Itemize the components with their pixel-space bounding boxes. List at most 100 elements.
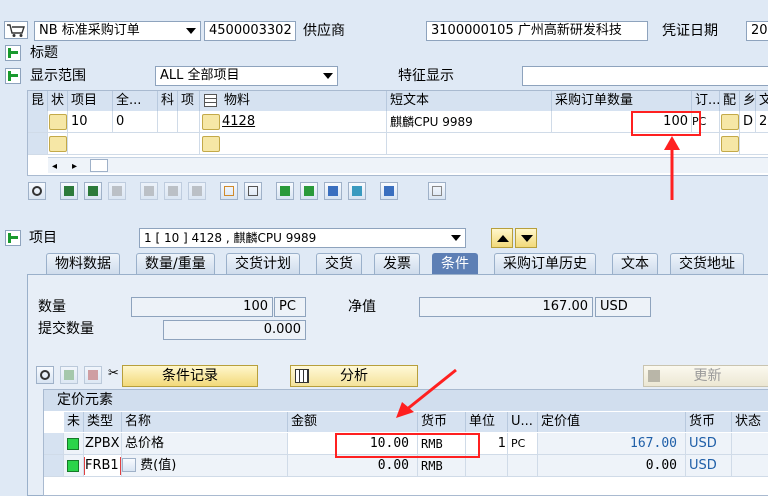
tab-invoice[interactable]: 发票: [374, 253, 420, 274]
empty-cell[interactable]: [740, 133, 768, 155]
list-button[interactable]: [428, 182, 446, 200]
col-header[interactable]: 定价值: [538, 412, 686, 432]
status-button[interactable]: [49, 114, 67, 130]
scroll-left-icon[interactable]: ◂: [52, 161, 57, 172]
add-button[interactable]: [60, 182, 78, 200]
cond-unit-cell[interactable]: [508, 455, 538, 477]
tab-conditions[interactable]: 条件: [432, 253, 478, 274]
cond-type-cell[interactable]: ZPBX: [84, 433, 122, 455]
refresh-button[interactable]: [348, 182, 366, 200]
cond-per-cell[interactable]: [466, 455, 508, 477]
col-header[interactable]: 短文本: [387, 91, 552, 111]
item-cell[interactable]: 10: [68, 111, 113, 133]
item-collapse-icon[interactable]: [5, 230, 21, 246]
col-header-material[interactable]: 物料: [200, 91, 387, 111]
sort-button[interactable]: [276, 182, 294, 200]
tab-delivery[interactable]: 交货: [316, 253, 362, 274]
delete-row-icon: [88, 370, 98, 380]
cond-name-cell[interactable]: 费(值): [122, 455, 288, 477]
lock-button[interactable]: [164, 182, 182, 200]
doc-date-field[interactable]: 20: [746, 21, 768, 41]
cond-add-button[interactable]: [60, 366, 78, 384]
row-selector[interactable]: [44, 433, 64, 455]
short-text-cell[interactable]: 麒麟CPU 9989: [387, 111, 552, 133]
material-button[interactable]: [202, 114, 220, 130]
cond-unit-cell[interactable]: PC: [508, 433, 538, 455]
delete-button[interactable]: [140, 182, 158, 200]
cond-record-button[interactable]: 条件记录: [122, 365, 258, 387]
tab-texts[interactable]: 文本: [612, 253, 658, 274]
col-header[interactable]: U...: [508, 412, 538, 432]
col-header[interactable]: 采购订单数量: [552, 91, 692, 111]
hand-button[interactable]: [380, 182, 398, 200]
full-cell[interactable]: 0: [113, 111, 158, 133]
copy-doc-button[interactable]: [220, 182, 238, 200]
update-button[interactable]: 更新: [643, 365, 768, 387]
col-header[interactable]: 订...: [692, 91, 720, 111]
doc-type-select[interactable]: NB 标准采购订单: [34, 21, 201, 41]
item-cat-cell[interactable]: [178, 111, 200, 133]
status-button[interactable]: [49, 136, 67, 152]
expand-range-icon[interactable]: [5, 68, 21, 84]
tab-qty-weight[interactable]: 数量/重量: [136, 253, 215, 274]
copy-button[interactable]: [84, 182, 102, 200]
col-header[interactable]: 货币: [686, 412, 732, 432]
row-selector[interactable]: [28, 133, 48, 155]
col-header[interactable]: 状: [48, 91, 68, 111]
col-header[interactable]: 类型: [84, 412, 122, 432]
feature-field[interactable]: [522, 66, 768, 86]
cond-currency-cell[interactable]: RMB: [418, 455, 466, 477]
cond-amount-cell[interactable]: 0.00: [288, 455, 418, 477]
conf-button[interactable]: [721, 114, 739, 130]
material-link[interactable]: 4128: [222, 114, 255, 129]
col-header[interactable]: 未: [64, 412, 84, 432]
unlock-button[interactable]: [188, 182, 206, 200]
next-item-button[interactable]: [515, 228, 537, 248]
tab-delivery-address[interactable]: 交货地址: [670, 253, 744, 274]
table-icon: [295, 369, 309, 383]
material-button[interactable]: [202, 136, 220, 152]
vendor-field[interactable]: 3100000105 广州高新研发科技: [426, 21, 648, 41]
cond-name-cell[interactable]: 总价格: [122, 433, 288, 455]
net-value-field: 167.00: [419, 297, 593, 317]
details-button[interactable]: [28, 182, 46, 200]
paste-button[interactable]: [108, 182, 126, 200]
display-range-select[interactable]: ALL 全部项目: [155, 66, 338, 86]
filter-button[interactable]: [300, 182, 318, 200]
material-cell[interactable]: [200, 133, 387, 155]
conf-button[interactable]: [721, 136, 739, 152]
date-cell[interactable]: 20: [756, 111, 768, 133]
col-header[interactable]: 科: [158, 91, 178, 111]
empty-cell[interactable]: [68, 133, 200, 155]
expand-title-icon[interactable]: [5, 45, 21, 61]
account-cell[interactable]: [158, 111, 178, 133]
col-header[interactable]: 乡: [740, 91, 756, 111]
material-cell[interactable]: 4128: [200, 111, 387, 133]
cond-details-button[interactable]: [36, 366, 54, 384]
col-header[interactable]: 项目: [68, 91, 113, 111]
cond-type-cell[interactable]: FRB1: [84, 455, 122, 477]
cond-delete-button[interactable]: [84, 366, 102, 384]
col-header[interactable]: 名称: [122, 412, 288, 432]
copy-icon[interactable]: [122, 457, 136, 472]
col-header[interactable]: 单位: [466, 412, 508, 432]
col-header[interactable]: 全...: [113, 91, 158, 111]
tab-material-data[interactable]: 物料数据: [46, 253, 120, 274]
col-header[interactable]: 昆: [28, 91, 48, 111]
col-header[interactable]: 状态: [732, 412, 768, 432]
tab-delivery-schedule[interactable]: 交货计划: [226, 253, 300, 274]
po-number-field[interactable]: 4500003302: [204, 21, 296, 41]
table-button[interactable]: [244, 182, 262, 200]
row-selector[interactable]: [28, 111, 48, 133]
cat-cell[interactable]: D: [740, 111, 756, 133]
col-header[interactable]: 项: [178, 91, 200, 111]
col-header[interactable]: 文: [756, 91, 768, 111]
prev-item-button[interactable]: [491, 228, 513, 248]
filter-set-button[interactable]: [324, 182, 342, 200]
col-header[interactable]: 配: [720, 91, 740, 111]
scroll-right-icon[interactable]: ▸: [72, 161, 77, 172]
item-selector[interactable]: 1 [ 10 ] 4128 , 麒麟CPU 9989: [139, 228, 466, 248]
tab-po-history[interactable]: 采购订单历史: [494, 253, 596, 274]
row-selector[interactable]: [44, 455, 64, 477]
scroll-thumb[interactable]: [90, 159, 108, 172]
